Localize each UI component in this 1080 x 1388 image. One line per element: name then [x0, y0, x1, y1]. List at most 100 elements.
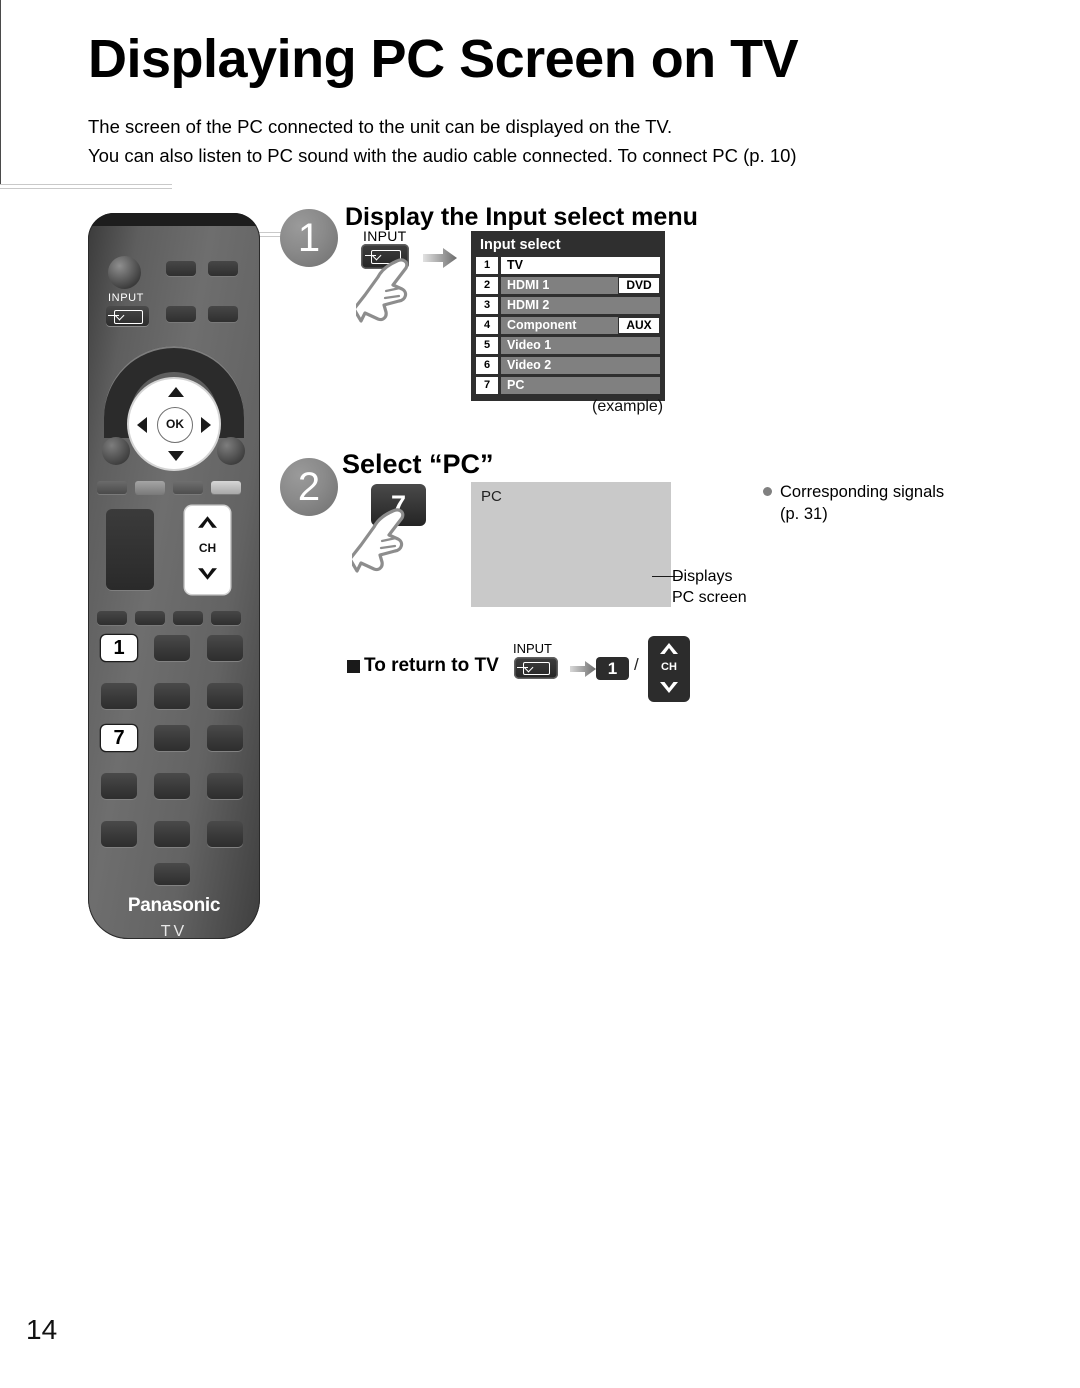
arrow-left-icon[interactable]: [137, 417, 147, 433]
remote-dpad[interactable]: OK: [129, 379, 219, 469]
step-1-badge: 1: [280, 209, 338, 267]
input-menu-row-number: 5: [476, 337, 498, 354]
step1-input-key-label: INPUT: [363, 228, 407, 244]
remote-top-edge: [88, 213, 260, 226]
return-input-key-label: INPUT: [513, 641, 552, 656]
arrow-down-icon[interactable]: [168, 451, 184, 461]
input-menu-row-number: 7: [476, 377, 498, 394]
remote-key-8[interactable]: [154, 725, 190, 751]
pc-screen-illustration: PC: [471, 482, 671, 607]
input-menu-row-label: PC: [501, 377, 660, 394]
remote-key-bottom[interactable]: [154, 863, 190, 885]
remote-top-button-c[interactable]: [166, 306, 196, 322]
chevron-up-icon: [198, 516, 217, 528]
remote-key-6[interactable]: [207, 683, 243, 709]
input-menu-row-label: HDMI 2: [501, 297, 660, 314]
remote-key-e[interactable]: [207, 821, 243, 847]
leader-line-step2-horizontal: [0, 184, 172, 189]
remote-function-button-1[interactable]: [97, 611, 127, 625]
remote-side-button-left[interactable]: [102, 437, 130, 465]
chevron-up-icon: [660, 643, 678, 654]
input-menu-row-component[interactable]: 4 Component AUX: [476, 317, 660, 334]
brand-sublabel: TV: [160, 923, 188, 939]
pc-screen-caption-line-1: Displays: [672, 568, 733, 585]
remote-color-button-2[interactable]: [135, 481, 165, 494]
brand-logo: Panasonic: [127, 895, 221, 916]
remote-side-button-right[interactable]: [217, 437, 245, 465]
remote-key-4[interactable]: [101, 683, 137, 709]
remote-key-9[interactable]: [207, 725, 243, 751]
chevron-down-icon: [198, 568, 217, 580]
remote-key-5[interactable]: [154, 683, 190, 709]
input-menu-row-label: Video 2: [501, 357, 660, 374]
input-menu-row-hdmi2[interactable]: 3 HDMI 2: [476, 297, 660, 314]
remote-ok-button[interactable]: OK: [157, 407, 193, 443]
pc-screen-caption-line-2: PC screen: [672, 589, 747, 606]
step-2-heading: Select “PC”: [342, 449, 494, 479]
input-menu-row-label: Component AUX: [501, 317, 660, 334]
return-input-key[interactable]: [514, 657, 558, 679]
input-menu-row-pc[interactable]: 7 PC: [476, 377, 660, 394]
remote-color-button-4[interactable]: [211, 481, 241, 494]
input-source-icon: [108, 310, 143, 324]
remote-channel-rocker[interactable]: CH: [185, 506, 230, 594]
arrow-right-icon[interactable]: [201, 417, 211, 433]
arrow-up-icon[interactable]: [168, 387, 184, 397]
input-select-menu: Input select 1 TV 2 HDMI 1 DVD 3 HDMI 2 4…: [471, 231, 665, 401]
remote-color-button-1[interactable]: [97, 481, 127, 494]
remote-ch-label: CH: [198, 541, 217, 555]
power-button-icon: [108, 256, 141, 289]
remote-input-label: INPUT: [108, 292, 144, 304]
input-menu-row-video1[interactable]: 5 Video 1: [476, 337, 660, 354]
step-2-badge: 2: [280, 458, 338, 516]
input-menu-row-tv[interactable]: 1 TV: [476, 257, 660, 274]
remote-key-1[interactable]: 1: [101, 635, 137, 661]
remote-key-0[interactable]: [154, 773, 190, 799]
pointing-hand-icon: [352, 508, 405, 573]
input-menu-row-number: 4: [476, 317, 498, 334]
remote-key-3[interactable]: [207, 635, 243, 661]
corresponding-signals-line-1: Corresponding signals: [780, 483, 945, 501]
remote-top-button-b[interactable]: [208, 261, 238, 276]
right-arrow-icon: [423, 248, 457, 268]
remote-top-button-a[interactable]: [166, 261, 196, 276]
input-select-menu-title: Input select: [480, 237, 561, 253]
return-channel-rocker[interactable]: CH: [648, 636, 690, 702]
remote-function-button-3[interactable]: [173, 611, 203, 625]
remote-input-button[interactable]: [106, 306, 149, 326]
pointing-hand-icon: [356, 258, 409, 323]
right-arrow-icon: [570, 661, 596, 677]
input-menu-row-number: 6: [476, 357, 498, 374]
leader-line-step2-vertical: [0, 0, 4, 184]
input-menu-row-hdmi1[interactable]: 2 HDMI 1 DVD: [476, 277, 660, 294]
remote-function-button-2[interactable]: [135, 611, 165, 625]
bullet-dot-icon: [763, 487, 772, 496]
page-title: Displaying PC Screen on TV: [88, 29, 799, 89]
remote-top-button-d[interactable]: [208, 306, 238, 322]
page-number: 14: [26, 1314, 58, 1345]
intro-line-1: The screen of the PC connected to the un…: [88, 116, 673, 137]
remote-key-c[interactable]: [101, 821, 137, 847]
return-separator: /: [634, 655, 639, 674]
return-ch-label: CH: [661, 661, 677, 673]
remote-key-a[interactable]: [101, 773, 137, 799]
filled-square-bullet-icon: [347, 660, 360, 673]
remote-volume-rocker[interactable]: [106, 509, 154, 590]
remote-function-button-4[interactable]: [211, 611, 241, 625]
corresponding-signals-note: Corresponding signals (p. 31): [780, 481, 944, 525]
remote-key-b[interactable]: [207, 773, 243, 799]
input-menu-row-video2[interactable]: 6 Video 2: [476, 357, 660, 374]
input-menu-row-number: 2: [476, 277, 498, 294]
corresponding-signals-line-2: (p. 31): [780, 505, 828, 523]
input-menu-row-number: 1: [476, 257, 498, 274]
return-key-1[interactable]: 1: [596, 657, 629, 680]
remote-color-button-3[interactable]: [173, 481, 203, 494]
input-menu-row-badge: AUX: [618, 317, 660, 334]
remote-key-7[interactable]: 7: [101, 725, 137, 751]
intro-line-2: You can also listen to PC sound with the…: [88, 145, 797, 166]
remote-key-d[interactable]: [154, 821, 190, 847]
input-menu-row-label: TV: [501, 257, 660, 274]
return-to-tv-label: To return to TV: [364, 655, 499, 676]
input-source-icon: [517, 662, 550, 675]
remote-key-2[interactable]: [154, 635, 190, 661]
